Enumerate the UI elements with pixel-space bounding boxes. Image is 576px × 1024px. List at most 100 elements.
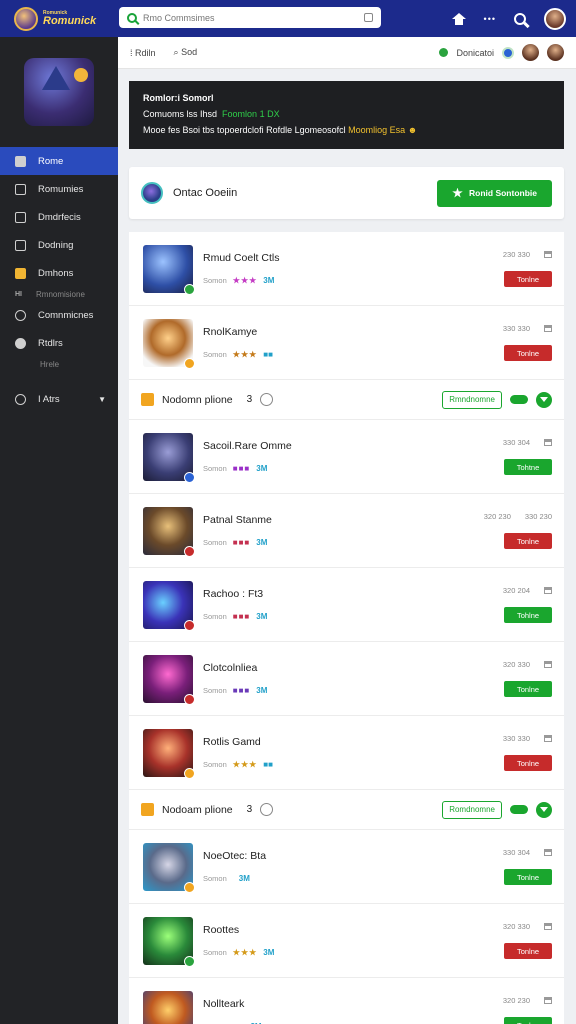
chevron-down-icon[interactable] <box>536 801 552 818</box>
sidebar-item-apps[interactable]: I Atrs ▼ <box>0 385 118 413</box>
status-badge <box>184 693 195 705</box>
game-name[interactable]: NoeOtec: Bta <box>203 850 266 862</box>
camera-icon <box>15 393 26 405</box>
section-icon <box>141 393 154 406</box>
game-name[interactable]: Patnal Stanme <box>203 514 272 526</box>
status-pill[interactable]: Tonlne <box>504 943 552 959</box>
game-name[interactable]: Clotcolnliea <box>203 662 267 674</box>
status-pill[interactable]: Tonlne <box>504 271 552 287</box>
list-item[interactable]: Clotcolnliea Somon ■■■ 3M 320 330 Tonlne <box>129 642 564 716</box>
logo-avatar <box>14 6 38 31</box>
grid-icon[interactable] <box>544 849 552 856</box>
grid-icon[interactable] <box>544 661 552 668</box>
game-thumbnail[interactable] <box>143 506 195 557</box>
list-item[interactable]: Rotlis Gamd Somon ★★★ ■■ 330 330 Tonlne <box>129 716 564 790</box>
game-name[interactable]: Nollteark <box>203 998 262 1010</box>
sidebar-subitem[interactable]: Hrele <box>0 357 118 371</box>
game-name[interactable]: Roottes <box>203 924 274 936</box>
section-button[interactable]: Rmndnomne <box>442 390 502 409</box>
online-action-button[interactable]: Ronid Sontonbie <box>437 179 552 207</box>
status-pill[interactable]: Tonlne <box>504 869 552 885</box>
toggle-icon[interactable] <box>502 46 514 59</box>
grid-icon[interactable] <box>544 587 552 594</box>
grid-icon[interactable] <box>544 251 552 258</box>
sidebar-item-games[interactable]: Romumies <box>0 175 118 203</box>
player-count: 3M <box>256 464 268 473</box>
status-badge <box>184 881 195 893</box>
status-pill[interactable]: Tonlne <box>504 681 552 697</box>
game-thumbnail[interactable] <box>143 728 195 779</box>
help-icon[interactable] <box>260 393 274 406</box>
list-item[interactable]: Nollteark Somon ■■ 3M 320 230 Tonlne <box>129 978 564 1024</box>
game-name[interactable]: Rachoo : Ft3 <box>203 588 267 600</box>
sidebar-item-rtdlrs[interactable]: Rtdlrs <box>0 329 118 357</box>
info-banner: Romlor:i Somorl Comuoms lss Ihsd Foomlon… <box>129 81 564 149</box>
game-meta: Somon <box>203 538 227 547</box>
grid-icon[interactable] <box>544 325 552 332</box>
game-name[interactable]: RnolKamye <box>203 326 273 338</box>
chevron-down-icon[interactable] <box>536 391 552 408</box>
sidebar-item-communities[interactable]: Comnmicnes <box>0 301 118 329</box>
avatar[interactable] <box>522 44 539 61</box>
status-pill[interactable]: Tonlne <box>504 533 552 549</box>
game-thumbnail[interactable] <box>143 432 195 483</box>
status-pill[interactable]: Tonlne <box>504 1017 552 1024</box>
list-item[interactable]: Patnal Stanme Somon ■■■ 3M 320 230 330 2… <box>129 494 564 568</box>
link-icon[interactable] <box>510 805 528 814</box>
search-icon-top[interactable] <box>514 12 526 25</box>
clear-icon[interactable] <box>364 13 373 22</box>
game-thumbnail[interactable] <box>143 916 195 967</box>
game-thumbnail[interactable] <box>143 580 195 631</box>
game-name[interactable]: Sacoil.Rare Omme <box>203 440 292 452</box>
puzzle-icon <box>15 155 26 167</box>
sort-button[interactable]: ⌕ Sod <box>174 47 198 58</box>
filter-button[interactable]: ⁞ Rdiln <box>130 48 156 58</box>
app-logo[interactable]: Romunick Romunick <box>0 0 118 37</box>
sidebar-subitem[interactable]: HI Rmnomisione <box>0 287 118 301</box>
status-pill[interactable]: Tohtne <box>504 459 552 475</box>
grid-icon[interactable] <box>544 439 552 446</box>
game-thumbnail[interactable] <box>143 244 195 295</box>
game-stats: 330 330 <box>502 324 530 333</box>
list-item[interactable]: Roottes Somon ★★★ 3M 320 330 Tonlne <box>129 904 564 978</box>
avatar[interactable] <box>547 44 564 61</box>
help-icon[interactable] <box>260 803 274 816</box>
search-bar[interactable] <box>119 7 381 28</box>
list-item[interactable]: NoeOtec: Bta Somon 3M 330 304 Tonlne <box>129 830 564 904</box>
list-item[interactable]: Rachoo : Ft3 Somon ■■■ 3M 320 204 Tohlne <box>129 568 564 642</box>
grid-icon[interactable] <box>544 997 552 1004</box>
link-icon[interactable] <box>510 395 528 404</box>
game-name[interactable]: Rmud Coelt Ctls <box>203 252 279 264</box>
game-thumbnail[interactable] <box>143 318 195 369</box>
section-button[interactable]: Romdnomne <box>442 800 502 819</box>
game-thumbnail[interactable] <box>143 654 195 705</box>
sidebar-item-trending[interactable]: Dodning <box>0 231 118 259</box>
sidebar-item-label: I Atrs <box>38 393 60 405</box>
grid-icon[interactable] <box>544 735 552 742</box>
search-input[interactable] <box>143 12 358 23</box>
game-name[interactable]: Rotlis Gamd <box>203 736 273 748</box>
section-header: Nodoam plione 3 Romdnomne <box>129 790 564 830</box>
sidebar-item-downloads[interactable]: Dmdrfecis <box>0 203 118 231</box>
donate-link[interactable]: Donicatoi <box>456 48 494 58</box>
list-item[interactable]: Sacoil.Rare Omme Somon ■■■ 3M 330 304 To… <box>129 420 564 494</box>
player-count: 3M <box>256 538 268 547</box>
status-pill[interactable]: Tonlne <box>504 755 552 771</box>
grid-icon[interactable] <box>544 923 552 930</box>
game-thumbnail[interactable] <box>143 842 195 893</box>
star-icon <box>452 187 463 198</box>
top-bar: Romunick Romunick ••• <box>0 0 576 37</box>
user-avatar[interactable] <box>544 7 566 30</box>
sidebar-item-icons[interactable]: Dmhons <box>0 259 118 287</box>
status-pill[interactable]: Tohlne <box>504 607 552 623</box>
section-count: 3 <box>246 394 253 405</box>
list-item[interactable]: RnolKamye Somon ★★★ ■■ 330 330 Tonlne <box>129 306 564 380</box>
status-pill[interactable]: Tonlne <box>504 345 552 361</box>
list-item[interactable]: Rmud Coelt Ctls Somon ★★★ 3M 230 330 Ton… <box>129 232 564 306</box>
sidebar-item-home[interactable]: Rome <box>0 147 118 175</box>
game-thumbnail[interactable] <box>143 990 193 1024</box>
more-icon[interactable]: ••• <box>484 14 496 24</box>
online-card: Ontac Ooeiin Ronid Sontonbie <box>129 167 564 219</box>
sidebar-item-label: Romumies <box>38 183 84 195</box>
home-icon[interactable] <box>451 12 466 25</box>
